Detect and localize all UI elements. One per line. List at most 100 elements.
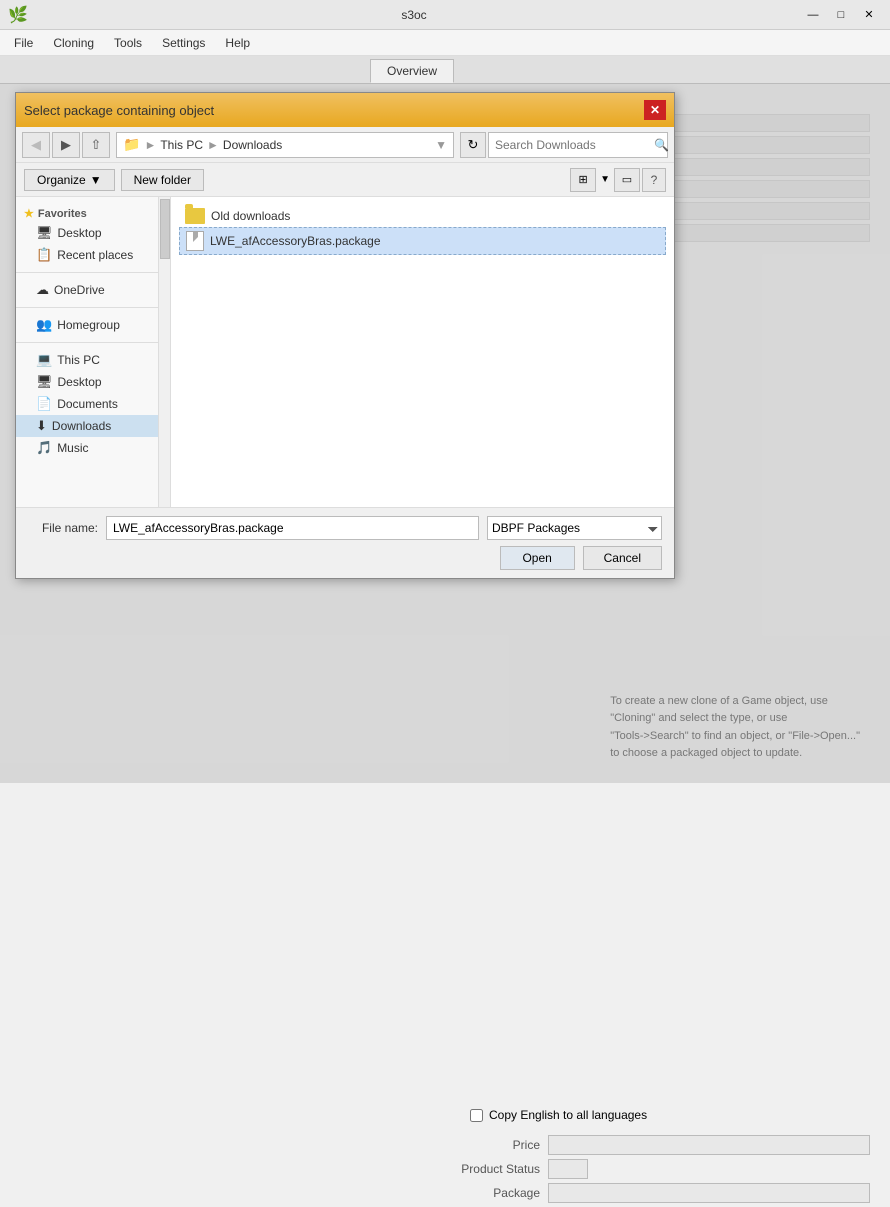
homegroup-icon: 👥: [36, 317, 52, 333]
downloads-icon: ⬇: [36, 418, 47, 434]
price-label: Price: [450, 1138, 540, 1152]
recent-icon: 📋: [36, 247, 52, 263]
fields-section: Price Product Status Package: [450, 1135, 870, 1207]
app-icon: 🌿: [8, 5, 28, 25]
scrollbar-thumb[interactable]: [160, 199, 170, 259]
menu-help[interactable]: Help: [215, 33, 260, 53]
file-dialog: Select package containing object ✕ ◀ ▶ ⇧…: [15, 92, 675, 579]
documents-icon: 📄: [36, 396, 52, 412]
folder-icon: 📁: [123, 136, 140, 153]
desktop2-icon: 🖥: [36, 374, 53, 390]
forward-button[interactable]: ▶: [52, 132, 80, 158]
filename-input[interactable]: [106, 516, 479, 540]
info-text: To create a new clone of a Game object, …: [610, 693, 860, 763]
path-thispc: This PC: [160, 138, 203, 152]
tab-overview[interactable]: Overview: [370, 59, 454, 83]
address-dropdown[interactable]: ▼: [435, 138, 447, 152]
desktop-icon: 🖥: [36, 225, 53, 241]
path-root: ►: [144, 138, 156, 152]
minimize-button[interactable]: —: [800, 5, 826, 25]
sidebar-item-thispc[interactable]: 💻 This PC: [16, 349, 170, 371]
sidebar-divider-2: [16, 307, 170, 308]
address-bar[interactable]: 📁 ► This PC ► Downloads ▼: [116, 132, 454, 158]
star-icon: ★: [24, 207, 34, 220]
package-input[interactable]: [548, 1183, 870, 1203]
price-input[interactable]: [548, 1135, 870, 1155]
list-item[interactable]: LWE_afAccessoryBras.package: [179, 227, 666, 255]
organize-dropdown-icon: ▼: [90, 173, 102, 187]
file-list[interactable]: Old downloads LWE_afAccessoryBras.packag…: [171, 197, 674, 507]
dialog-actions-bar: Organize ▼ New folder ⊞ ▼ ▭ ?: [16, 163, 674, 197]
product-status-row: Product Status: [450, 1159, 870, 1179]
file-sidebar: ★ Favorites 🖥 Desktop 📋 Recent places: [16, 197, 171, 507]
dialog-titlebar: Select package containing object ✕: [16, 93, 674, 127]
path-sep: ►: [207, 138, 219, 152]
menu-cloning[interactable]: Cloning: [43, 33, 104, 53]
product-status-input[interactable]: [548, 1159, 588, 1179]
menu-file[interactable]: File: [4, 33, 43, 53]
up-button[interactable]: ⇧: [82, 132, 110, 158]
copy-english-checkbox[interactable]: [470, 1109, 483, 1122]
dialog-close-button[interactable]: ✕: [644, 100, 666, 120]
sidebar-item-recent[interactable]: 📋 Recent places: [16, 244, 170, 266]
menu-tools[interactable]: Tools: [104, 33, 152, 53]
favorites-header: ★ Favorites: [16, 205, 170, 222]
sidebar-item-documents[interactable]: 📄 Documents: [16, 393, 170, 415]
file-name: Old downloads: [211, 209, 290, 223]
homegroup-section: 👥 Homegroup: [16, 314, 170, 336]
dialog-body: ★ Favorites 🖥 Desktop 📋 Recent places: [16, 197, 674, 507]
package-row: Package: [450, 1183, 870, 1203]
new-folder-button[interactable]: New folder: [121, 169, 204, 191]
search-box: 🔍: [488, 132, 668, 158]
price-row: Price: [450, 1135, 870, 1155]
sidebar-item-desktop2[interactable]: 🖥 Desktop: [16, 371, 170, 393]
sidebar-item-music[interactable]: 🎵 Music: [16, 437, 170, 459]
search-input[interactable]: [495, 138, 650, 152]
sidebar-item-downloads[interactable]: ⬇ Downloads: [16, 415, 170, 437]
search-icon: 🔍: [654, 138, 669, 152]
grid-view-button[interactable]: ⊞: [570, 168, 596, 192]
help-button[interactable]: ?: [642, 168, 666, 192]
copy-english-label: Copy English to all languages: [489, 1108, 647, 1122]
maximize-button[interactable]: □: [828, 5, 854, 25]
onedrive-section: ☁ OneDrive: [16, 279, 170, 301]
organize-label: Organize: [37, 173, 86, 187]
app-title: s3oc: [28, 8, 800, 22]
menu-settings[interactable]: Settings: [152, 33, 215, 53]
tabbar: Overview: [0, 56, 890, 84]
main-content: 0000000000000000000000000000000000000 Se…: [0, 84, 890, 783]
filename-label: File name:: [28, 521, 98, 535]
window-controls: — □ ✕: [800, 5, 882, 25]
thispc-section: 💻 This PC 🖥 Desktop 📄 Documents ⬇ Downlo…: [16, 349, 170, 459]
view-dropdown-icon[interactable]: ▼: [598, 172, 612, 187]
back-button[interactable]: ◀: [22, 132, 50, 158]
sidebar-divider-1: [16, 272, 170, 273]
organize-button[interactable]: Organize ▼: [24, 169, 115, 191]
package-file-icon: [186, 231, 204, 251]
sidebar-item-onedrive[interactable]: ☁ OneDrive: [16, 279, 170, 301]
below-dialog-content: Copy English to all languages Price Prod…: [0, 563, 890, 783]
sidebar-divider-3: [16, 342, 170, 343]
new-folder-label: New folder: [134, 173, 191, 187]
view-buttons: ⊞ ▼ ▭ ?: [570, 168, 666, 192]
favorites-section: ★ Favorites 🖥 Desktop 📋 Recent places: [16, 205, 170, 266]
product-status-label: Product Status: [450, 1162, 540, 1176]
panel-view-button[interactable]: ▭: [614, 168, 640, 192]
filetype-select[interactable]: DBPF Packages: [487, 516, 662, 540]
music-icon: 🎵: [36, 440, 52, 456]
sidebar-item-desktop[interactable]: 🖥 Desktop: [16, 222, 170, 244]
refresh-button[interactable]: ↻: [460, 132, 486, 158]
file-name: LWE_afAccessoryBras.package: [210, 234, 381, 248]
filename-row: File name: DBPF Packages: [28, 516, 662, 540]
list-item[interactable]: Old downloads: [179, 205, 666, 227]
sidebar-scrollbar[interactable]: [158, 197, 170, 507]
dialog-toolbar: ◀ ▶ ⇧ 📁 ► This PC ► Downloads ▼ ↻ 🔍: [16, 127, 674, 163]
menubar: File Cloning Tools Settings Help: [0, 30, 890, 56]
close-button[interactable]: ✕: [856, 5, 882, 25]
dialog-title: Select package containing object: [24, 103, 214, 118]
sidebar-item-homegroup[interactable]: 👥 Homegroup: [16, 314, 170, 336]
titlebar: 🌿 s3oc — □ ✕: [0, 0, 890, 30]
folder-icon: [185, 208, 205, 224]
copy-english-row: Copy English to all languages: [470, 1108, 647, 1122]
thispc-icon: 💻: [36, 352, 52, 368]
